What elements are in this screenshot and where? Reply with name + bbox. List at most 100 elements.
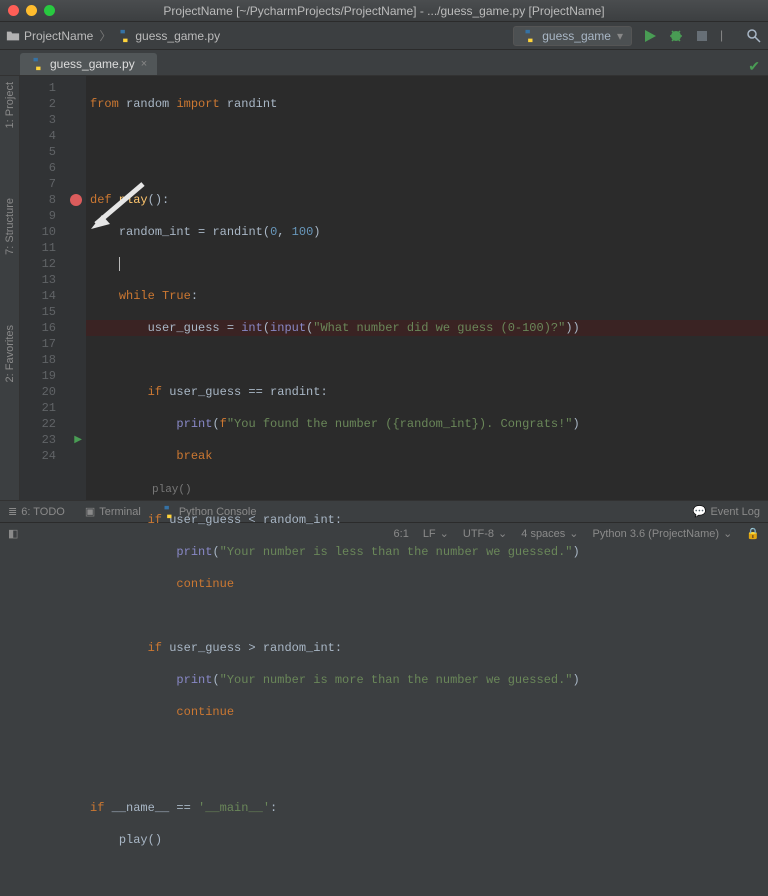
punct: : xyxy=(335,513,342,527)
indent-label: 4 spaces xyxy=(521,528,565,540)
cursor-position[interactable]: 6:1 xyxy=(394,528,409,540)
indent-setting[interactable]: 4 spaces ⌄ xyxy=(521,527,578,540)
op: < xyxy=(241,513,263,527)
line-number[interactable]: 1 xyxy=(20,80,68,96)
tab-close-icon[interactable]: × xyxy=(141,58,147,70)
editor-tab-guess-game[interactable]: guess_game.py × xyxy=(20,53,157,75)
minimize-window-button[interactable] xyxy=(26,5,37,16)
string: "Your number is more than the number we … xyxy=(220,673,573,687)
tool-window-todo[interactable]: ≣ 6: TODO xyxy=(8,505,65,518)
identifier: user_guess xyxy=(169,513,241,527)
main-area: 1: Project 7: Structure 2: Favorites 1 2… xyxy=(0,76,768,500)
breadcrumb-project[interactable]: ProjectName xyxy=(24,29,93,43)
keyword: import xyxy=(176,97,219,111)
titlebar: ProjectName [~/PycharmProjects/ProjectNa… xyxy=(0,0,768,22)
line-number[interactable]: 10 xyxy=(20,224,68,240)
toolbar-actions: | xyxy=(642,28,762,44)
line-number[interactable]: 18 xyxy=(20,352,68,368)
identifier: user_guess xyxy=(148,321,220,335)
line-number[interactable]: 6 xyxy=(20,160,68,176)
line-number[interactable]: 2 xyxy=(20,96,68,112)
punct: , xyxy=(277,225,291,239)
call: randint xyxy=(212,225,262,239)
search-button[interactable] xyxy=(746,28,762,44)
op: == xyxy=(169,801,198,815)
window-title: ProjectName [~/PycharmProjects/ProjectNa… xyxy=(8,4,760,18)
line-number[interactable]: 13 xyxy=(20,272,68,288)
keyword: from xyxy=(90,97,119,111)
identifier: random_int xyxy=(263,513,335,527)
number: 100 xyxy=(292,225,314,239)
python-file-icon xyxy=(30,57,44,71)
text-cursor xyxy=(119,257,120,271)
identifier: random_int xyxy=(263,641,335,655)
editor-tabs: guess_game.py × ✔ xyxy=(0,50,768,76)
line-number[interactable]: 12 xyxy=(20,256,68,272)
string: "Your number is less than the number we … xyxy=(220,545,573,559)
op: = xyxy=(220,321,242,335)
tab-label: guess_game.py xyxy=(50,57,135,71)
inspection-ok-icon[interactable]: ✔ xyxy=(748,58,760,75)
line-number[interactable]: 21 xyxy=(20,400,68,416)
breadcrumb-file[interactable]: guess_game.py xyxy=(135,29,220,43)
op: == xyxy=(241,385,270,399)
punct: : xyxy=(335,641,342,655)
punct: ) xyxy=(573,545,580,559)
stop-button[interactable] xyxy=(694,28,710,44)
fstring-prefix: f xyxy=(220,417,227,431)
code-breadcrumb[interactable]: play() xyxy=(152,480,192,500)
punct: : xyxy=(320,385,327,399)
python-interpreter[interactable]: Python 3.6 (ProjectName) ⌄ xyxy=(593,527,733,540)
tool-windows-toggle-icon[interactable]: ◧ xyxy=(8,527,26,540)
line-separator[interactable]: LF ⌄ xyxy=(423,527,449,540)
identifier: user_guess xyxy=(169,385,241,399)
keyword: def xyxy=(90,193,112,207)
line-number[interactable]: 22 xyxy=(20,416,68,432)
dropdown-arrow-icon: ▾ xyxy=(617,29,623,43)
debug-button[interactable] xyxy=(668,28,684,44)
editor[interactable]: 1 2 3 4 5 6 7 8 9 10 11 12 13 14 15 16 1… xyxy=(20,76,768,500)
punct: )) xyxy=(565,321,579,335)
file-encoding[interactable]: UTF-8 ⌄ xyxy=(463,527,507,540)
line-number-breakpoint[interactable]: 8 xyxy=(20,192,68,208)
op: = xyxy=(191,225,213,239)
builtin: print xyxy=(176,545,212,559)
run-configuration-selector[interactable]: guess_game ▾ xyxy=(513,26,632,46)
string: '__main__' xyxy=(198,801,270,815)
python-icon xyxy=(161,505,175,519)
line-number-gutter[interactable]: 1 2 3 4 5 6 7 8 9 10 11 12 13 14 15 16 1… xyxy=(20,76,68,500)
keyword: continue xyxy=(176,705,234,719)
maximize-window-button[interactable] xyxy=(44,5,55,16)
line-number[interactable]: 17 xyxy=(20,336,68,352)
line-number[interactable]: 9 xyxy=(20,208,68,224)
line-number-run-marker[interactable]: 23 xyxy=(20,432,68,448)
line-number[interactable]: 24 xyxy=(20,448,68,464)
line-number[interactable]: 3 xyxy=(20,112,68,128)
divider-icon: | xyxy=(720,28,736,44)
left-tool-strip: 1: Project 7: Structure 2: Favorites xyxy=(0,76,20,500)
line-number[interactable]: 5 xyxy=(20,144,68,160)
builtin: print xyxy=(176,417,212,431)
run-button[interactable] xyxy=(642,28,658,44)
tool-window-structure[interactable]: 7: Structure xyxy=(4,198,16,255)
function-name: play xyxy=(119,193,148,207)
line-number[interactable]: 16 xyxy=(20,320,68,336)
close-window-button[interactable] xyxy=(8,5,19,16)
code-area[interactable]: from random import randint def play(): r… xyxy=(86,76,768,500)
punct: ( xyxy=(263,225,270,239)
line-number[interactable]: 20 xyxy=(20,384,68,400)
keyword: continue xyxy=(176,577,234,591)
interpreter-label: Python 3.6 (ProjectName) xyxy=(593,528,720,540)
todo-label: 6: TODO xyxy=(21,506,65,518)
line-number[interactable]: 4 xyxy=(20,128,68,144)
tool-window-favorites[interactable]: 2: Favorites xyxy=(4,325,16,382)
line-number[interactable]: 19 xyxy=(20,368,68,384)
line-number[interactable]: 7 xyxy=(20,176,68,192)
line-number[interactable]: 14 xyxy=(20,288,68,304)
line-number[interactable]: 15 xyxy=(20,304,68,320)
tool-window-project[interactable]: 1: Project xyxy=(4,82,16,128)
lock-icon[interactable]: 🔒 xyxy=(746,527,760,540)
line-number[interactable]: 11 xyxy=(20,240,68,256)
identifier: randint xyxy=(227,97,277,111)
line-sep-label: LF xyxy=(423,528,436,540)
